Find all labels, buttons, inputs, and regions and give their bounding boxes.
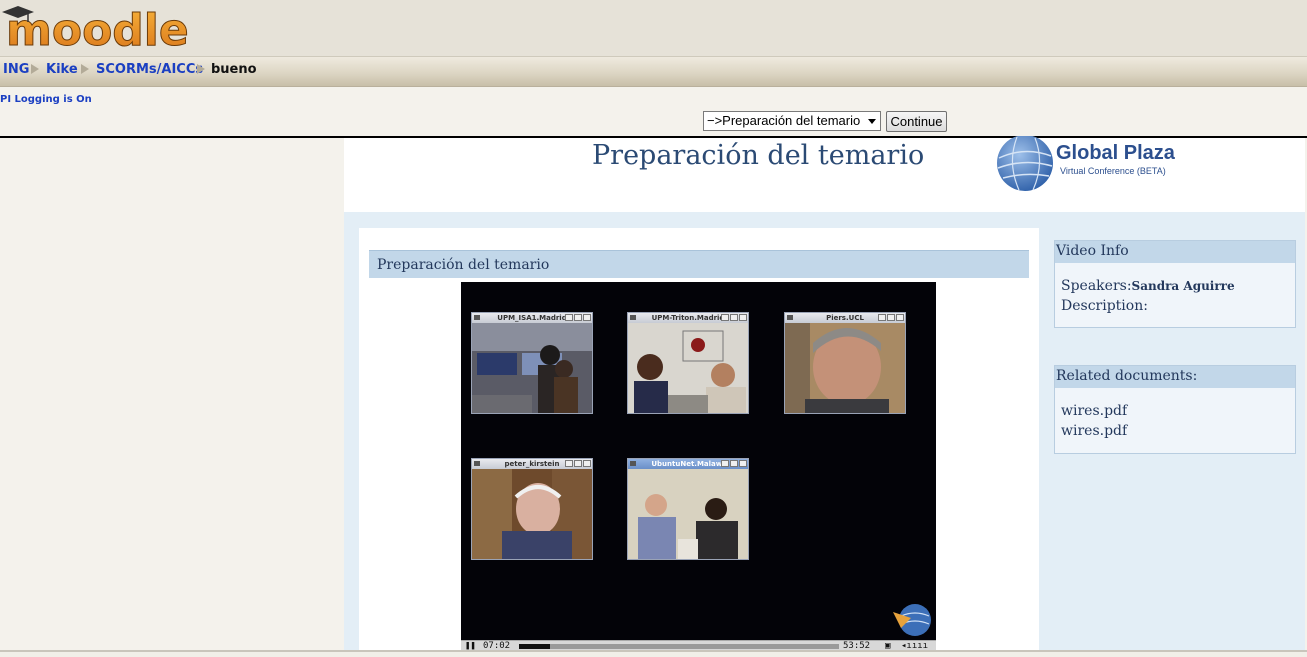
window-title: peter_kirstein (504, 460, 560, 468)
video-window: UbuntuNet.Malawi (627, 458, 749, 560)
related-documents-panel: Related documents: wires.pdf wires.pdf (1054, 365, 1296, 454)
window-title: Piers.UCL (826, 314, 864, 322)
window-buttons (564, 460, 591, 468)
breadcrumb-separator-icon (81, 64, 89, 74)
page-title: Preparación del temario (592, 140, 925, 171)
video-feed (628, 323, 748, 413)
video-feed (472, 323, 592, 413)
site-header: moodle (0, 0, 1307, 57)
window-titlebar: UPM-Triton.Madrid (628, 313, 748, 323)
breadcrumb-current: bueno (211, 62, 257, 77)
breadcrumb-ing[interactable]: ING (3, 62, 29, 77)
video-feed (472, 469, 592, 559)
related-documents-heading: Related documents: (1055, 366, 1295, 388)
window-buttons (877, 314, 904, 322)
document-link[interactable]: wires.pdf (1061, 421, 1289, 441)
window-title: UPM_ISA1.Madrid (497, 314, 567, 322)
global-plaza-watermark-icon (893, 604, 931, 636)
video-window: UPM-Triton.Madrid (627, 312, 749, 414)
window-titlebar: UPM_ISA1.Madrid (472, 313, 592, 323)
window-titlebar: peter_kirstein (472, 459, 592, 469)
speakers-row: Speakers:Sandra Aguirre (1061, 276, 1289, 296)
video-feed (628, 469, 748, 559)
window-buttons (720, 314, 747, 322)
breadcrumb-separator-icon (197, 64, 205, 74)
svg-text:moodle: moodle (6, 5, 189, 56)
brand-subtitle: Virtual Conference (BETA) (1060, 166, 1166, 176)
globe-icon (997, 136, 1053, 191)
brand-name: Global Plaza (1056, 142, 1175, 164)
window-icon (474, 315, 480, 320)
window-titlebar: Piers.UCL (785, 313, 905, 323)
video-title: Preparación del temario (369, 250, 1029, 278)
window-icon (474, 461, 480, 466)
video-card: Preparación del temario UPM_ISA1.Madrid (359, 228, 1039, 652)
window-icon (630, 461, 636, 466)
window-icon (630, 315, 636, 320)
chapter-select[interactable]: −>Preparación del temario (703, 111, 881, 131)
speakers-value: Sandra Aguirre (1131, 279, 1235, 293)
speakers-label: Speakers: (1061, 278, 1132, 294)
window-title: UPM-Triton.Madrid (651, 314, 725, 322)
status-bar (0, 650, 1307, 657)
video-window: UPM_ISA1.Madrid (471, 312, 593, 414)
video-player[interactable]: UPM_ISA1.Madrid UPM-Triton.Madrid Piers.… (461, 282, 936, 650)
breadcrumb-scorms[interactable]: SCORMs/AICCs (96, 62, 203, 77)
seek-bar-fill (519, 644, 551, 649)
logging-status: PI Logging is On (0, 94, 92, 105)
seek-bar[interactable] (519, 644, 839, 649)
video-info-panel: Video Info Speakers:Sandra Aguirre Descr… (1054, 240, 1296, 328)
breadcrumb-separator-icon (31, 64, 39, 74)
window-buttons (720, 460, 747, 468)
breadcrumb-kike[interactable]: Kike (46, 62, 78, 77)
video-window: Piers.UCL (784, 312, 906, 414)
window-buttons (564, 314, 591, 322)
video-info-heading: Video Info (1055, 241, 1295, 263)
moodle-logo[interactable]: moodle (2, 0, 202, 56)
window-titlebar: UbuntuNet.Malawi (628, 459, 748, 469)
chapter-select-value: −>Preparación del temario (707, 113, 861, 128)
video-window: peter_kirstein (471, 458, 593, 560)
video-feed (785, 323, 905, 413)
chevron-down-icon (868, 119, 876, 124)
continue-button[interactable]: Continue (886, 111, 947, 132)
window-title: UbuntuNet.Malawi (651, 460, 725, 468)
description-label: Description: (1061, 298, 1148, 314)
content-area: Preparación del temario Global Plaza Vir… (344, 136, 1305, 652)
window-icon (787, 315, 793, 320)
document-link[interactable]: wires.pdf (1061, 401, 1289, 421)
left-column (0, 138, 344, 650)
page-header: Preparación del temario Global Plaza Vir… (344, 136, 1305, 212)
navbar: ING Kike SCORMs/AICCs bueno (0, 57, 1307, 87)
